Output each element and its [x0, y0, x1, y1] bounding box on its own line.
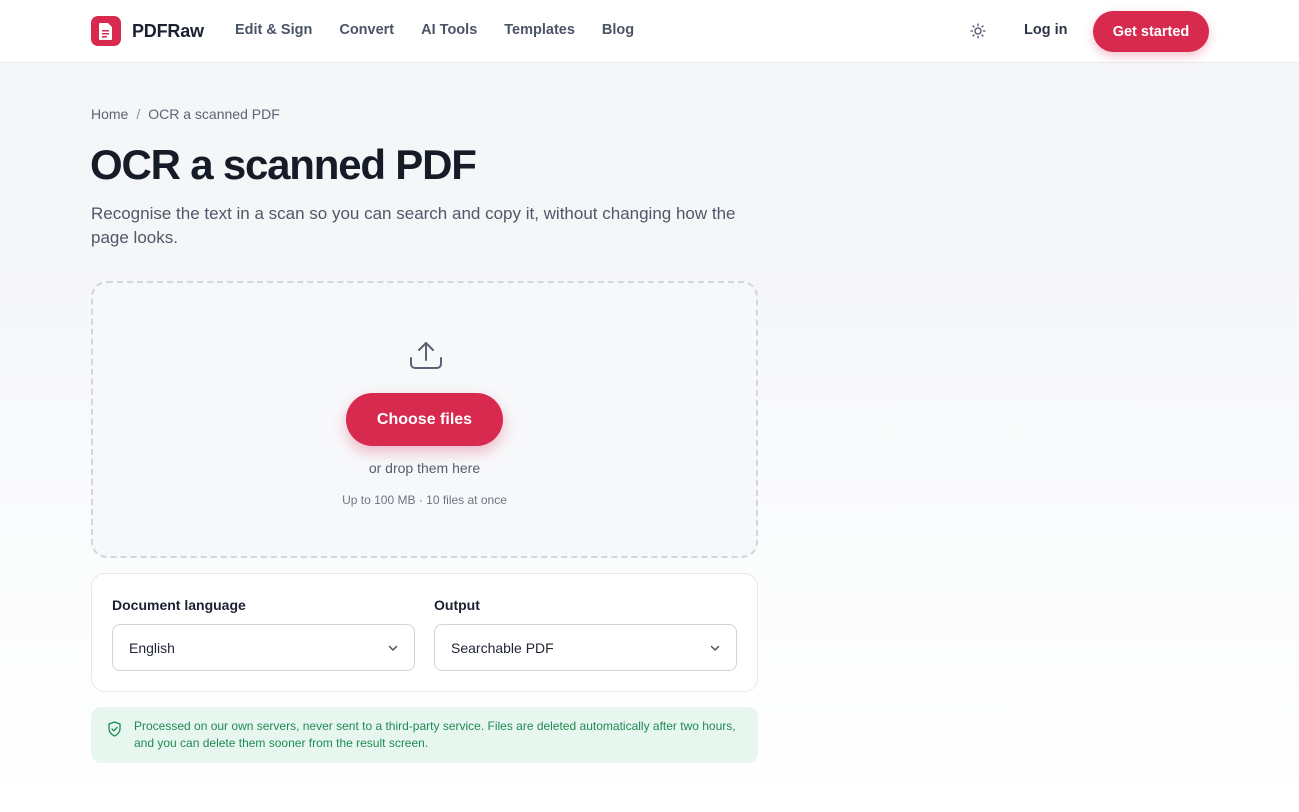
breadcrumb-home[interactable]: Home — [91, 106, 128, 122]
page-title: OCR a scanned PDF — [90, 141, 477, 188]
upload-icon — [410, 342, 442, 369]
nav-item-ai-tools[interactable]: AI Tools — [421, 22, 477, 38]
nav-item-edit-sign[interactable]: Edit & Sign — [235, 22, 312, 38]
breadcrumb: Home / OCR a scanned PDF — [91, 106, 280, 122]
sun-icon — [970, 23, 986, 39]
language-label: Document language — [112, 597, 246, 613]
get-started-button[interactable]: Get started — [1093, 11, 1209, 52]
upload-limits: Up to 100 MB · 10 files at once — [342, 493, 507, 507]
privacy-notice: Processed on our own servers, never sent… — [91, 707, 758, 763]
brand[interactable]: PDFRaw — [91, 16, 204, 46]
top-navigation-bar: PDFRaw Edit & Sign Convert AI Tools Temp… — [0, 0, 1299, 63]
brand-name: PDFRaw — [132, 20, 204, 41]
page-subtitle: Recognise the text in a scan so you can … — [91, 204, 736, 247]
chevron-down-icon — [710, 645, 720, 651]
language-select[interactable]: English — [112, 624, 415, 671]
file-dropzone[interactable]: Choose files or drop them here Up to 100… — [91, 281, 758, 558]
privacy-notice-text: Processed on our own servers, never sent… — [134, 719, 736, 750]
choose-files-button[interactable]: Choose files — [346, 393, 503, 446]
document-icon — [91, 16, 121, 46]
breadcrumb-current: OCR a scanned PDF — [148, 106, 280, 122]
login-link[interactable]: Log in — [1024, 22, 1068, 38]
output-select[interactable]: Searchable PDF — [434, 624, 737, 671]
ocr-options-card: Document language English Output Searcha… — [91, 573, 758, 692]
output-select-value: Searchable PDF — [451, 639, 554, 656]
breadcrumb-separator: / — [136, 106, 141, 122]
nav-item-blog[interactable]: Blog — [602, 22, 634, 38]
drop-hint: or drop them here — [368, 460, 481, 476]
shield-check-icon — [108, 721, 121, 737]
output-label: Output — [434, 597, 480, 613]
nav-item-templates[interactable]: Templates — [504, 22, 575, 38]
language-select-value: English — [129, 639, 175, 656]
chevron-down-icon — [388, 645, 398, 651]
main-nav: Edit & Sign Convert AI Tools Templates B… — [235, 22, 661, 38]
nav-item-convert[interactable]: Convert — [339, 22, 394, 38]
theme-toggle-button[interactable] — [966, 19, 990, 43]
